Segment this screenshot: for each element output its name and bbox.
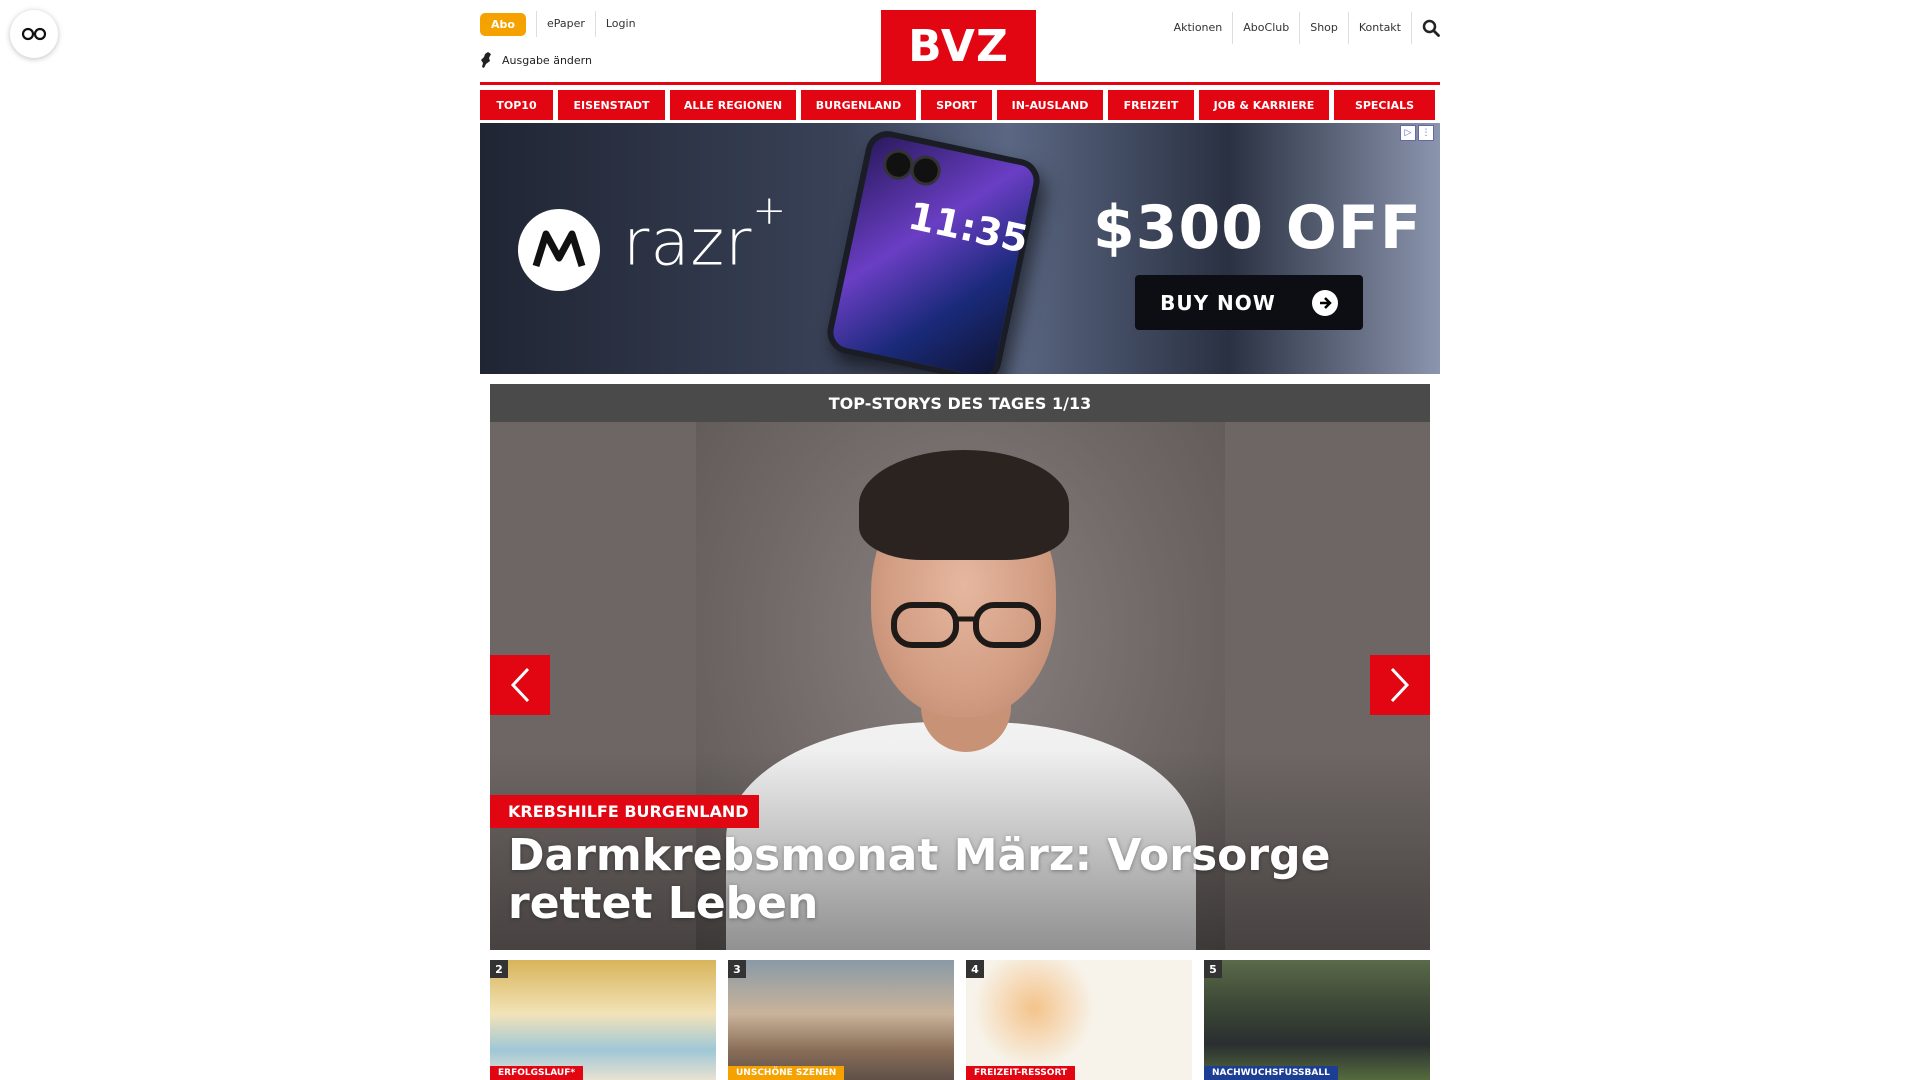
phone-time: 11:35 bbox=[904, 193, 1032, 262]
nav-item-alle-regionen[interactable]: ALLE REGIONEN bbox=[670, 90, 796, 120]
story-headline[interactable]: Darmkrebsmonat März: Vorsorge rettet Leb… bbox=[508, 832, 1388, 928]
thumbnail-story-2[interactable]: 2 ERFOLGSLAUF* bbox=[490, 960, 716, 1080]
story-kicker[interactable]: KREBSHILFE BURGENLAND bbox=[490, 795, 759, 828]
thumbnail-tag: FREIZEIT-RESSORT bbox=[966, 1066, 1076, 1080]
thumbnail-story-5[interactable]: 5 NACHWUCHSFUSSBALL bbox=[1204, 960, 1430, 1080]
top-stories-carousel: TOP-STORYS DES TAGES 1/13 KREBSHILFE BUR… bbox=[490, 384, 1430, 950]
site-header: Abo ePaper Login Ausgabe ändern BVZ Akti… bbox=[480, 0, 1440, 85]
nav-item-freizeit[interactable]: FREIZEIT bbox=[1108, 90, 1194, 120]
nav-item-burgenland[interactable]: BURGENLAND bbox=[801, 90, 916, 120]
ad-choices[interactable]: ▷ ⋮ bbox=[1400, 125, 1434, 141]
thumbnail-number: 5 bbox=[1204, 960, 1222, 978]
top-right-links: Aktionen AboClub Shop Kontakt bbox=[1164, 12, 1440, 44]
main-nav: TOP10 EISENSTADT ALLE REGIONEN BURGENLAN… bbox=[480, 90, 1440, 120]
phone-image: 11:35 bbox=[823, 127, 1044, 374]
aktionen-link[interactable]: Aktionen bbox=[1164, 12, 1234, 44]
motorola-logo bbox=[518, 209, 600, 291]
chevron-right-icon bbox=[1390, 667, 1410, 703]
nav-item-eisenstadt[interactable]: EISENSTADT bbox=[558, 90, 665, 120]
thumbnail-tag: NACHWUCHSFUSSBALL bbox=[1204, 1066, 1338, 1080]
shop-link[interactable]: Shop bbox=[1300, 12, 1349, 44]
reader-mode-button[interactable] bbox=[10, 10, 58, 58]
ad-offer: $300 OFF bbox=[1093, 193, 1422, 263]
kontakt-link[interactable]: Kontakt bbox=[1349, 12, 1412, 44]
carousel-title: TOP-STORYS DES TAGES 1/13 bbox=[490, 384, 1430, 422]
ad-menu-icon: ⋮ bbox=[1418, 125, 1434, 141]
thumbnail-number: 4 bbox=[966, 960, 984, 978]
advertisement-banner[interactable]: ▷ ⋮ razr+ 11:35 $300 OFF BUY NOW bbox=[480, 123, 1440, 374]
burgenland-map-icon bbox=[481, 52, 491, 68]
carousel-next-button[interactable] bbox=[1370, 655, 1430, 715]
thumbnail-number: 3 bbox=[728, 960, 746, 978]
bvz-logo[interactable]: BVZ bbox=[881, 10, 1036, 82]
abo-button[interactable]: Abo bbox=[480, 12, 526, 36]
page: Abo ePaper Login Ausgabe ändern BVZ Akti… bbox=[480, 0, 1440, 1080]
search-button[interactable] bbox=[1412, 12, 1440, 44]
nav-item-top10[interactable]: TOP10 bbox=[480, 90, 553, 120]
login-link[interactable]: Login bbox=[594, 11, 646, 37]
carousel-prev-button[interactable] bbox=[490, 655, 550, 715]
nav-item-job-karriere[interactable]: JOB & KARRIERE bbox=[1199, 90, 1329, 120]
nav-item-sport[interactable]: SPORT bbox=[921, 90, 992, 120]
carousel-slide[interactable]: KREBSHILFE BURGENLAND Darmkrebsmonat Mär… bbox=[490, 422, 1430, 950]
thumbnail-tag: UNSCHÖNE SZENEN bbox=[728, 1066, 845, 1080]
story-thumbnails: 2 ERFOLGSLAUF* 3 UNSCHÖNE SZENEN 4 FREIZ… bbox=[490, 960, 1430, 1080]
header-divider bbox=[480, 82, 1440, 85]
arrow-right-icon bbox=[1311, 289, 1338, 316]
thumbnail-number: 2 bbox=[490, 960, 508, 978]
edition-switch[interactable]: Ausgabe ändern bbox=[480, 51, 592, 69]
chevron-left-icon bbox=[510, 667, 530, 703]
thumbnail-story-4[interactable]: 4 FREIZEIT-RESSORT bbox=[966, 960, 1192, 1080]
nav-item-specials[interactable]: SPECIALS bbox=[1334, 90, 1435, 120]
epaper-link[interactable]: ePaper bbox=[535, 11, 595, 37]
search-icon bbox=[1422, 19, 1440, 37]
edition-label: Ausgabe ändern bbox=[502, 53, 592, 67]
glasses-icon bbox=[21, 27, 47, 41]
buy-now-label: BUY NOW bbox=[1160, 290, 1276, 315]
top-left-links: Abo ePaper Login bbox=[480, 11, 646, 37]
nav-item-in-ausland[interactable]: IN-AUSLAND bbox=[997, 90, 1103, 120]
adchoices-icon: ▷ bbox=[1400, 125, 1416, 141]
thumbnail-story-3[interactable]: 3 UNSCHÖNE SZENEN bbox=[728, 960, 954, 1080]
aboclub-link[interactable]: AboClub bbox=[1233, 12, 1301, 44]
ad-brand: razr+ bbox=[623, 188, 787, 281]
thumbnail-tag: ERFOLGSLAUF* bbox=[490, 1066, 584, 1080]
buy-now-button[interactable]: BUY NOW bbox=[1135, 275, 1363, 330]
